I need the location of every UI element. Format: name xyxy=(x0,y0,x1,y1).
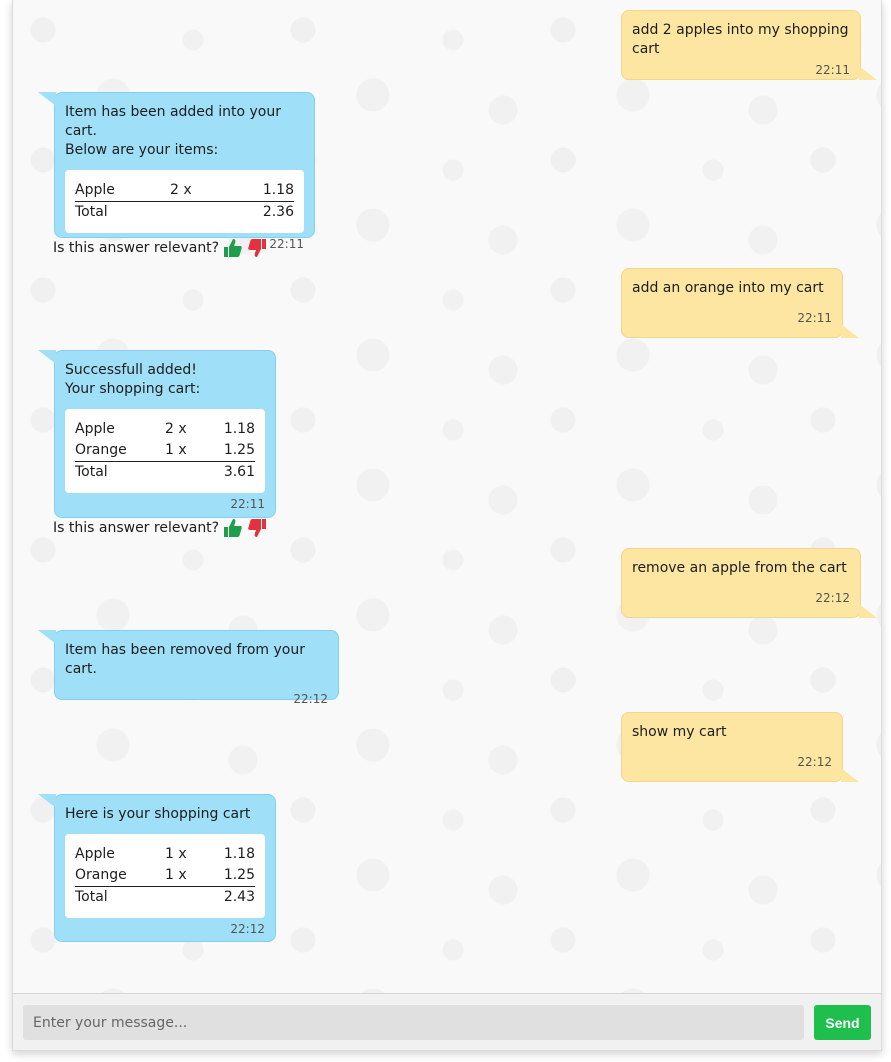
message-input[interactable] xyxy=(23,1005,804,1040)
cart-total: 2.36 xyxy=(220,201,294,223)
cart-total: 3.61 xyxy=(205,461,255,483)
cart-item: Orange xyxy=(75,442,127,458)
cart-row: Orange 1 x 1.25 xyxy=(75,440,255,462)
message-text: show my cart xyxy=(632,724,727,740)
cart-total-label: Total xyxy=(75,201,170,223)
message-text: add an orange into my cart xyxy=(632,280,824,296)
cart-item: Apple xyxy=(75,421,115,437)
cart-item: Orange xyxy=(75,867,127,883)
feedback-label: Is this answer relevant? xyxy=(53,240,220,256)
message-time: 22:12 xyxy=(815,591,850,605)
chat-window: add 2 apples into my shopping cart 22:11… xyxy=(12,0,882,1051)
message-text: Item has been removed from your cart. xyxy=(65,642,305,677)
message-text: Here is your shopping cart xyxy=(65,806,251,822)
message-time: 22:11 xyxy=(230,497,265,511)
message-text: remove an apple from the cart xyxy=(632,560,847,576)
bot-message: Successfull added! Your shopping cart: A… xyxy=(38,350,276,518)
message-list[interactable]: add 2 apples into my shopping cart 22:11… xyxy=(13,0,881,993)
user-message: show my cart 22:12 xyxy=(621,712,859,782)
send-button[interactable]: Send xyxy=(814,1005,871,1040)
cart-qty: 1 x xyxy=(165,867,187,883)
cart-qty: 1 x xyxy=(165,442,187,458)
message-text: Item has been added into your cart. Belo… xyxy=(65,104,282,158)
cart-row: Orange 1 x 1.25 xyxy=(75,865,255,887)
message-text: add 2 apples into my shopping cart xyxy=(632,22,849,57)
cart-price: 1.18 xyxy=(223,421,255,437)
message-time: 22:11 xyxy=(797,311,832,325)
thumbs-down-icon[interactable] xyxy=(247,518,267,538)
thumbs-up-icon[interactable] xyxy=(223,238,243,258)
cart-total: 2.43 xyxy=(205,886,255,908)
cart-total-label: Total xyxy=(75,461,165,483)
cart-total-row: Total 2.43 xyxy=(75,886,255,908)
cart-price: 1.18 xyxy=(223,846,255,862)
cart-row: Apple 2 x 1.18 xyxy=(75,180,294,202)
bot-message: Here is your shopping cart Apple 1 x 1.1… xyxy=(38,794,276,942)
cart-total-label: Total xyxy=(75,886,165,908)
cart-table: Apple 1 x 1.18 Orange 1 x 1.25 Total 2.4… xyxy=(65,834,265,918)
cart-item: Apple xyxy=(75,182,115,198)
feedback-prompt: Is this answer relevant? xyxy=(53,517,267,539)
bot-message: Item has been added into your cart. Belo… xyxy=(38,92,315,251)
cart-row: Apple 2 x 1.18 xyxy=(75,419,255,440)
cart-qty: 2 x xyxy=(165,421,187,437)
bot-message: Item has been removed from your cart. 22… xyxy=(38,630,339,706)
user-message: add 2 apples into my shopping cart 22:11 xyxy=(621,10,877,80)
cart-qty: 2 x xyxy=(170,182,192,198)
cart-table: Apple 2 x 1.18 Orange 1 x 1.25 Total 3.6… xyxy=(65,409,265,493)
user-message: remove an apple from the cart 22:12 xyxy=(621,548,877,618)
message-time: 22:12 xyxy=(230,922,265,936)
cart-row: Apple 1 x 1.18 xyxy=(75,844,255,865)
cart-qty: 1 x xyxy=(165,846,187,862)
thumbs-up-icon[interactable] xyxy=(223,518,243,538)
cart-item: Apple xyxy=(75,846,115,862)
cart-total-row: Total 3.61 xyxy=(75,461,255,483)
feedback-prompt: Is this answer relevant? xyxy=(53,237,267,259)
cart-price: 1.18 xyxy=(262,182,294,198)
thumbs-down-icon[interactable] xyxy=(247,238,267,258)
cart-total-row: Total 2.36 xyxy=(75,201,294,223)
feedback-label: Is this answer relevant? xyxy=(53,520,220,536)
message-time: 22:12 xyxy=(293,692,328,706)
cart-price: 1.25 xyxy=(223,867,255,883)
message-time: 22:11 xyxy=(815,63,850,77)
message-text: Successfull added! Your shopping cart: xyxy=(65,362,201,397)
cart-table: Apple 2 x 1.18 Total 2.36 xyxy=(65,170,304,233)
message-time: 22:12 xyxy=(797,755,832,769)
message-composer: Send xyxy=(13,993,881,1050)
cart-price: 1.25 xyxy=(223,442,255,458)
user-message: add an orange into my cart 22:11 xyxy=(621,268,859,338)
